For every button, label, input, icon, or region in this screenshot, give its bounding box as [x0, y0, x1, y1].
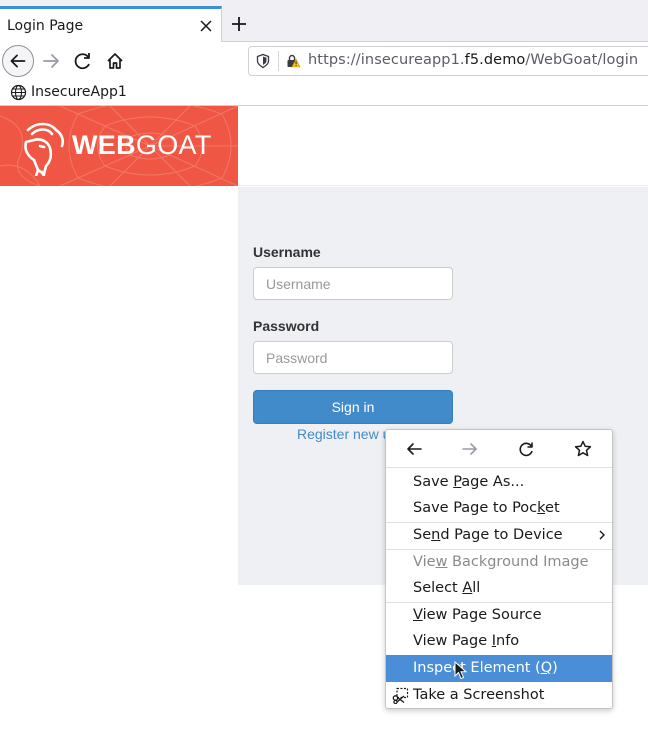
insecure-lock-icon[interactable] [285, 53, 301, 69]
chevron-right-icon [599, 530, 605, 540]
menu-item-select-all[interactable]: Select All [386, 575, 612, 602]
url-text: https://insecureapp1.f5.demo/WebGoat/log… [308, 52, 639, 68]
menu-item-view-background-image: View Background Image [413, 554, 589, 570]
back-arrow-icon[interactable] [2, 45, 34, 77]
home-icon[interactable] [99, 45, 131, 77]
header-bar [238, 106, 648, 186]
password-input[interactable] [253, 341, 453, 374]
navigation-toolbar: https://insecureapp1.f5.demo/WebGoat/log… [0, 42, 648, 80]
reload-icon[interactable] [516, 439, 536, 459]
url-bar[interactable]: https://insecureapp1.f5.demo/WebGoat/log… [248, 46, 648, 76]
menu-item-save-page-as[interactable]: Save Page As... [386, 469, 612, 496]
reload-icon[interactable] [67, 45, 99, 77]
context-menu: Save Page As... Save Page to Pocket Send… [385, 429, 613, 709]
goat-head-icon [24, 122, 65, 176]
menu-item-take-screenshot[interactable]: Take a Screenshot [386, 682, 612, 709]
bookmark-label: InsecureApp1 [31, 84, 127, 100]
username-label: Username [253, 244, 321, 260]
forward-arrow-icon[interactable] [460, 439, 480, 459]
sign-in-button[interactable]: Sign in [253, 390, 453, 424]
tab-title: Login Page [7, 18, 84, 34]
new-tab-plus-icon[interactable] [227, 12, 251, 36]
globe-icon [10, 84, 27, 101]
username-input[interactable] [253, 267, 453, 300]
brand-name: WEBGOAT [72, 130, 212, 160]
bookmark-star-icon[interactable] [573, 439, 593, 459]
menu-item-view-page-source[interactable]: View Page Source [386, 602, 612, 629]
mouse-pointer-icon [454, 661, 468, 680]
back-arrow-icon[interactable] [404, 439, 424, 459]
context-menu-navigation [386, 430, 612, 468]
bookmarks-toolbar: InsecureApp1 [0, 80, 648, 106]
tab-bar: Login Page [0, 0, 648, 42]
register-link[interactable]: Register new u [297, 426, 390, 442]
screenshot-scissors-icon [392, 687, 409, 704]
forward-arrow-icon[interactable] [35, 45, 67, 77]
webgoat-logo[interactable]: WEBGOAT [0, 106, 238, 186]
close-icon[interactable] [195, 15, 217, 37]
url-separator [278, 51, 279, 71]
menu-item-send-to-device[interactable]: Send Page to Device [386, 522, 612, 549]
shield-icon[interactable] [255, 53, 271, 69]
menu-item-view-page-info[interactable]: View Page Info [386, 628, 612, 655]
menu-item-inspect-element[interactable]: Inspect Element (Q) [386, 655, 612, 682]
menu-item-save-to-pocket[interactable]: Save Page to Pocket [386, 495, 612, 522]
password-label: Password [253, 318, 320, 334]
active-tab[interactable]: Login Page [0, 6, 222, 42]
